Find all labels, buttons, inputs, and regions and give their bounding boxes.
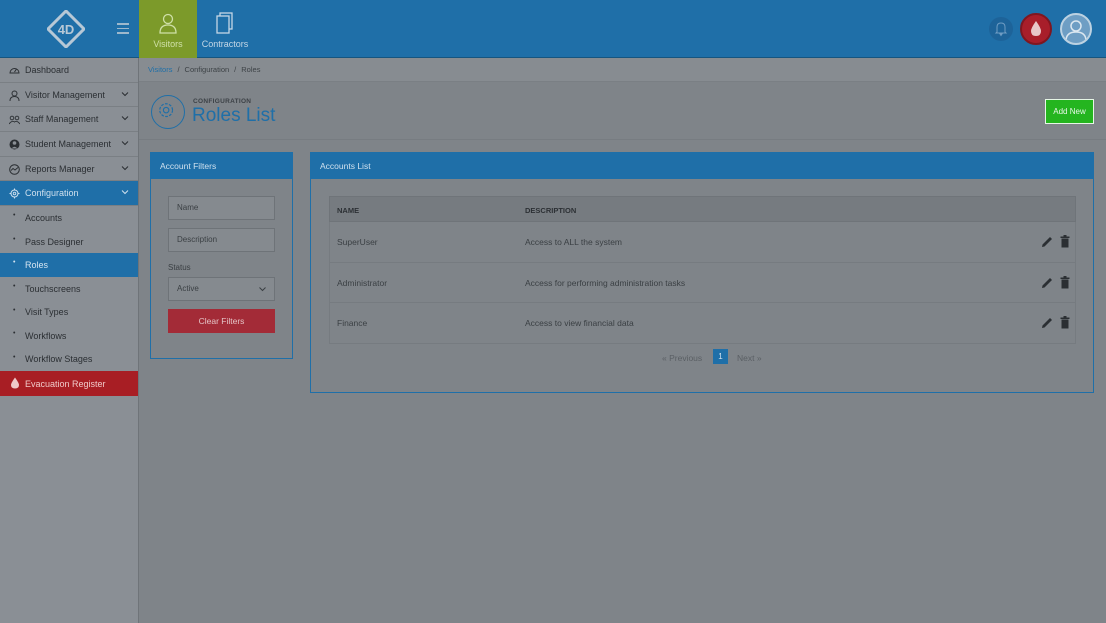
- chevron-down-icon: [121, 190, 129, 195]
- column-header-name[interactable]: NAME: [337, 206, 359, 215]
- delete-trash-icon[interactable]: [1060, 275, 1070, 289]
- next-page-link[interactable]: Next »: [737, 353, 762, 363]
- tab-contractors[interactable]: Contractors: [196, 0, 254, 58]
- role-description: Access for performing administration tas…: [525, 277, 686, 288]
- sidebar-item-reports-manager[interactable]: Reports Manager: [0, 157, 138, 182]
- user-icon: [9, 90, 20, 101]
- sidebar-item-evacuation-register[interactable]: Evacuation Register: [0, 371, 138, 397]
- logo-4d[interactable]: 4D: [47, 10, 85, 48]
- page-title: Roles List: [192, 105, 276, 126]
- configuration-gear-icon: [151, 95, 185, 129]
- status-select[interactable]: Active: [168, 277, 275, 301]
- sidebar-item-configuration[interactable]: Configuration: [0, 181, 138, 207]
- menu-toggle-icon[interactable]: [117, 23, 129, 35]
- breadcrumb-separator: /: [177, 65, 180, 74]
- name-filter-input[interactable]: Name: [168, 196, 275, 220]
- sidebar-item-label: Student Management: [25, 138, 112, 149]
- tab-contractors-label: Contractors: [201, 39, 249, 49]
- role-description: Access to view financial data: [525, 318, 634, 328]
- sidebar-subitem-pass-designer[interactable]: Pass Designer: [0, 230, 138, 254]
- edit-pencil-icon[interactable]: [1041, 235, 1054, 248]
- tab-visitors[interactable]: Visitors: [139, 0, 197, 58]
- account-filters-panel: Account Filters Name Description Status …: [150, 152, 293, 359]
- reports-icon: [9, 163, 20, 175]
- page-kicker: CONFIGURATION: [193, 98, 252, 105]
- sidebar-item-dashboard[interactable]: Dashboard: [0, 58, 138, 83]
- page-number-current[interactable]: 1: [713, 349, 728, 364]
- table-row: Administrator Access for performing admi…: [329, 262, 1076, 303]
- edit-pencil-icon[interactable]: [1041, 316, 1054, 329]
- chevron-down-icon: [121, 116, 129, 121]
- sidebar-item-label: Dashboard: [25, 64, 70, 75]
- gear-icon: [9, 188, 20, 199]
- table-row: Finance Access to view financial data: [329, 303, 1076, 344]
- role-name: SuperUser: [337, 237, 378, 247]
- add-new-button[interactable]: Add New: [1045, 99, 1094, 124]
- role-description: Access to ALL the system: [525, 237, 623, 247]
- description-filter-input[interactable]: Description: [168, 228, 275, 252]
- roles-table: NAME DESCRIPTION SuperUser Access to ALL…: [329, 196, 1076, 344]
- sidebar-item-visitor-management[interactable]: Visitor Management: [0, 83, 138, 108]
- student-icon: [9, 139, 20, 150]
- account-filters-title: Account Filters: [151, 153, 292, 179]
- evacuation-alert-icon[interactable]: [1020, 13, 1052, 45]
- notifications-bell-icon[interactable]: [989, 17, 1013, 41]
- column-header-description[interactable]: DESCRIPTION: [525, 206, 576, 215]
- breadcrumb-roles: Roles: [241, 65, 261, 74]
- svg-text:4D: 4D: [58, 22, 75, 37]
- status-select-value: Active: [177, 284, 199, 293]
- accounts-list-panel: Accounts List NAME DESCRIPTION SuperUser…: [310, 152, 1094, 393]
- chevron-down-icon: [121, 91, 129, 96]
- dashboard-icon: [9, 68, 20, 74]
- table-row: SuperUser Access to ALL the system: [329, 222, 1076, 263]
- breadcrumb: Visitors / Configuration / Roles: [139, 58, 1106, 82]
- chevron-down-icon: [259, 287, 266, 292]
- sidebar-item-label: Staff Management: [25, 114, 99, 125]
- user-avatar-icon[interactable]: [1060, 13, 1092, 45]
- role-name: Administrator: [337, 277, 388, 288]
- tab-visitors-label: Visitors: [153, 39, 183, 49]
- clear-filters-button[interactable]: Clear Filters: [168, 309, 275, 333]
- sidebar-item-staff-management[interactable]: Staff Management: [0, 107, 138, 133]
- document-icon: [216, 12, 233, 34]
- sidebar-subitem-workflow-stages[interactable]: Workflow Stages: [0, 348, 138, 372]
- status-label: Status: [168, 263, 191, 272]
- sidebar-item-label: Visitor Management: [25, 89, 105, 100]
- sidebar-item-label: Reports Manager: [25, 163, 95, 174]
- sidebar-subitem-workflows[interactable]: Workflows: [0, 324, 138, 348]
- user-icon: [159, 13, 177, 34]
- edit-pencil-icon[interactable]: [1041, 276, 1054, 289]
- sidebar-subitem-roles[interactable]: Roles: [0, 253, 138, 277]
- top-bar: 4D Visitors Contractors: [0, 0, 1106, 58]
- role-name: Finance: [337, 318, 368, 328]
- sidebar-item-label: Configuration: [25, 188, 79, 199]
- breadcrumb-separator: /: [234, 65, 237, 74]
- sidebar-subitem-visit-types[interactable]: Visit Types: [0, 301, 138, 325]
- chevron-down-icon: [121, 141, 129, 146]
- sidebar-item-student-management[interactable]: Student Management: [0, 132, 138, 157]
- breadcrumb-visitors[interactable]: Visitors: [148, 65, 172, 74]
- logo-area: 4D: [0, 0, 139, 58]
- accounts-list-title: Accounts List: [311, 153, 1093, 179]
- sidebar-subitem-accounts[interactable]: Accounts: [0, 206, 138, 230]
- group-icon: [9, 116, 20, 125]
- table-header: NAME DESCRIPTION: [329, 196, 1076, 222]
- sidebar: Dashboard Visitor Management Staff Manag…: [0, 58, 139, 623]
- sidebar-item-label: Evacuation Register: [25, 378, 106, 389]
- page-header: CONFIGURATION Roles List Add New: [139, 82, 1106, 140]
- previous-page-link[interactable]: « Previous: [662, 353, 702, 363]
- delete-trash-icon[interactable]: [1060, 316, 1070, 329]
- sidebar-subitem-touchscreens[interactable]: Touchscreens: [0, 277, 138, 301]
- chevron-down-icon: [121, 165, 129, 170]
- breadcrumb-configuration[interactable]: Configuration: [185, 65, 230, 74]
- delete-trash-icon[interactable]: [1060, 235, 1070, 248]
- flame-icon: [11, 377, 19, 389]
